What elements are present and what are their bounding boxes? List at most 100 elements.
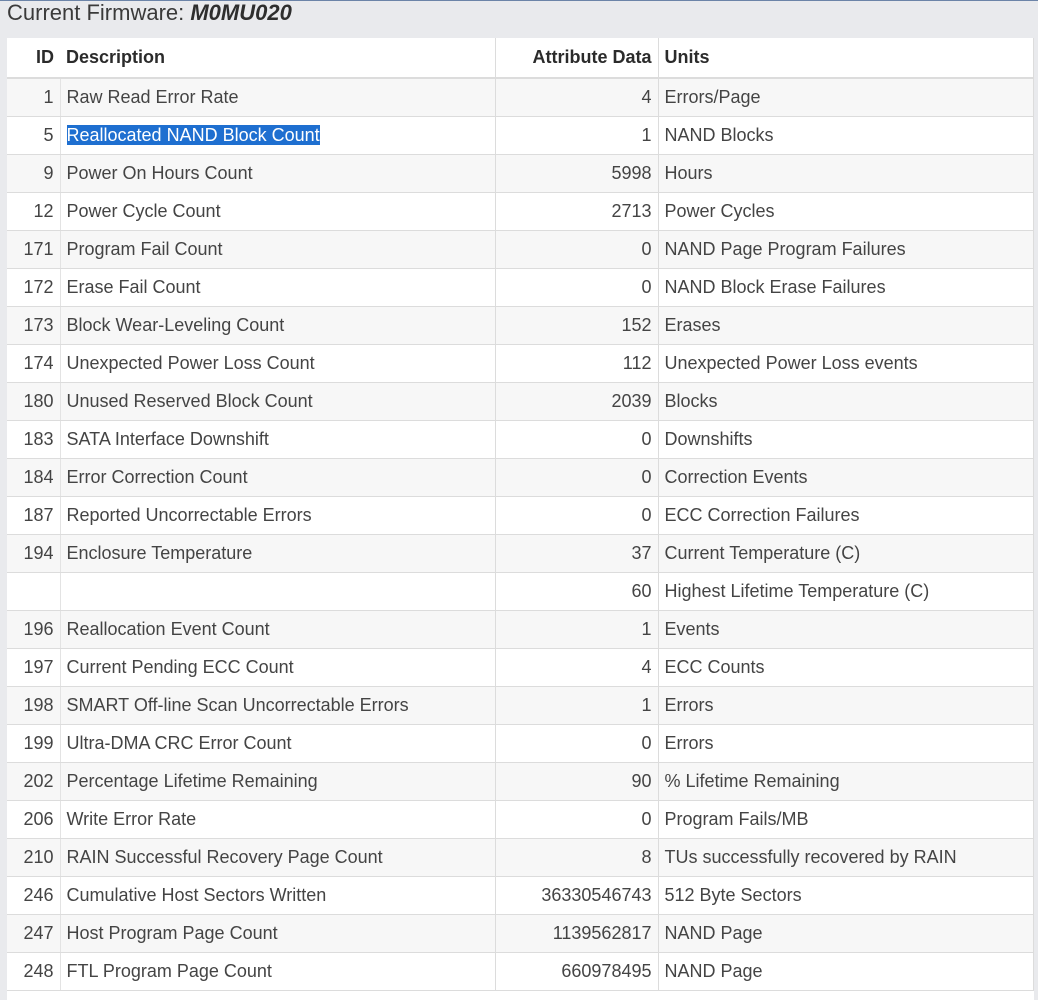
cell-attribute-data: 2039 <box>495 382 659 421</box>
cell-description: Power On Hours Count <box>60 154 496 193</box>
table-row[interactable]: 174 Unexpected Power Loss Count 112 Unexpec… <box>7 344 1034 383</box>
cell-attribute-data: 1 <box>495 686 659 725</box>
cell-description: FTL Program Page Count <box>60 952 496 991</box>
cell-attribute-data: 5998 <box>495 154 659 193</box>
table-row[interactable]: 9 Power On Hours Count 5998 Hours <box>7 154 1034 193</box>
cell-description <box>60 572 496 611</box>
cell-description: Current Pending ECC Count <box>60 648 496 687</box>
table-row[interactable]: 187 Reported Uncorrectable Errors 0 ECC Cor… <box>7 496 1034 535</box>
table-row[interactable]: 1 Raw Read Error Rate 4 Errors/Page <box>7 78 1034 117</box>
cell-units: % Lifetime Remaining <box>658 762 1034 801</box>
cell-id: 194 <box>7 534 61 573</box>
cell-attribute-data: 2713 <box>495 192 659 231</box>
cell-id: 199 <box>7 724 61 763</box>
cell-id: 197 <box>7 648 61 687</box>
cell-attribute-data: 4 <box>495 78 659 117</box>
cell-id: 202 <box>7 762 61 801</box>
cell-attribute-data: 36330546743 <box>495 876 659 915</box>
table-row[interactable]: 196 Reallocation Event Count 1 Events <box>7 610 1034 649</box>
firmware-label: Current Firmware: <box>7 0 191 25</box>
cell-units: NAND Page Program Failures <box>658 230 1034 269</box>
table-row[interactable]: 12 Power Cycle Count 2713 Power Cycles <box>7 192 1034 231</box>
cell-description: Unused Reserved Block Count <box>60 382 496 421</box>
cell-id: 1 <box>7 78 61 117</box>
cell-attribute-data: 112 <box>495 344 659 383</box>
table-row[interactable]: 246 Cumulative Host Sectors Written 363305… <box>7 876 1034 915</box>
column-header-description[interactable]: Description <box>60 38 496 79</box>
column-header-units[interactable]: Units <box>658 38 1034 79</box>
table-row[interactable]: 199 Ultra-DMA CRC Error Count 0 Errors <box>7 724 1034 763</box>
smart-attributes-panel: ID Description Attribute Data Units 1 Raw… <box>7 38 1034 1000</box>
cell-units: Errors <box>658 724 1034 763</box>
cell-id: 246 <box>7 876 61 915</box>
table-row[interactable]: 60 Highest Lifetime Temperature (C) <box>7 572 1034 611</box>
cell-description: Error Correction Count <box>60 458 496 497</box>
cell-units: NAND Block Erase Failures <box>658 268 1034 307</box>
table-row[interactable]: 210 RAIN Successful Recovery Page Count 8 T… <box>7 838 1034 877</box>
cell-description: Reallocated NAND Block Count <box>60 116 496 155</box>
cell-units: Highest Lifetime Temperature (C) <box>658 572 1034 611</box>
cell-units: NAND Page <box>658 952 1034 991</box>
table-header-row: ID Description Attribute Data Units <box>7 38 1034 79</box>
table-body: 1 Raw Read Error Rate 4 Errors/Page 5 Realloc… <box>7 78 1034 991</box>
table-row[interactable]: 202 Percentage Lifetime Remaining 90% Life… <box>7 762 1034 801</box>
cell-id: 12 <box>7 192 61 231</box>
cell-id: 172 <box>7 268 61 307</box>
cell-description: RAIN Successful Recovery Page Count <box>60 838 496 877</box>
table-row[interactable]: 198 SMART Off-line Scan Uncorrectable Err… <box>7 686 1034 725</box>
table-row[interactable]: 183 SATA Interface Downshift 0 Downshifts <box>7 420 1034 459</box>
table-row[interactable]: 5 Reallocated NAND Block Count 1 NAND Block… <box>7 116 1034 155</box>
cell-attribute-data: 660978495 <box>495 952 659 991</box>
cell-units: NAND Page <box>658 914 1034 953</box>
cell-attribute-data: 90 <box>495 762 659 801</box>
cell-id: 198 <box>7 686 61 725</box>
table-row[interactable]: 173 Block Wear-Leveling Count 152 Erases <box>7 306 1034 345</box>
cell-description: Cumulative Host Sectors Written <box>60 876 496 915</box>
cell-units: Power Cycles <box>658 192 1034 231</box>
cell-attribute-data: 1139562817 <box>495 914 659 953</box>
cell-description: Host Program Page Count <box>60 914 496 953</box>
cell-units: Errors/Page <box>658 78 1034 117</box>
cell-description: Percentage Lifetime Remaining <box>60 762 496 801</box>
column-header-attribute-data[interactable]: Attribute Data <box>495 38 659 79</box>
cell-units: Erases <box>658 306 1034 345</box>
cell-attribute-data: 1 <box>495 116 659 155</box>
cell-description: SATA Interface Downshift <box>60 420 496 459</box>
cell-description: Erase Fail Count <box>60 268 496 307</box>
cell-id: 180 <box>7 382 61 421</box>
selected-text[interactable]: Reallocated NAND Block Count <box>66 124 320 145</box>
firmware-version: M0MU020 <box>190 0 292 25</box>
cell-units: Hours <box>658 154 1034 193</box>
cell-description: Enclosure Temperature <box>60 534 496 573</box>
cell-units: NAND Blocks <box>658 116 1034 155</box>
cell-attribute-data: 37 <box>495 534 659 573</box>
cell-attribute-data: 0 <box>495 724 659 763</box>
cell-id: 206 <box>7 800 61 839</box>
cell-units: Blocks <box>658 382 1034 421</box>
current-firmware: Current Firmware: M0MU020 <box>7 1 292 25</box>
cell-id <box>7 572 61 611</box>
cell-description: Power Cycle Count <box>60 192 496 231</box>
table-row[interactable]: 248 FTL Program Page Count 660978495 NAND P… <box>7 952 1034 991</box>
table-row[interactable]: 171 Program Fail Count 0 NAND Page Program … <box>7 230 1034 269</box>
cell-attribute-data: 1 <box>495 610 659 649</box>
cell-description: Reported Uncorrectable Errors <box>60 496 496 535</box>
column-header-id[interactable]: ID <box>7 38 60 79</box>
cell-description: Program Fail Count <box>60 230 496 269</box>
cell-units: ECC Correction Failures <box>658 496 1034 535</box>
cell-attribute-data: 0 <box>495 496 659 535</box>
cell-description: Reallocation Event Count <box>60 610 496 649</box>
table-row[interactable]: 172 Erase Fail Count 0 NAND Block Erase Fai… <box>7 268 1034 307</box>
table-row[interactable]: 194 Enclosure Temperature 37 Current Temper… <box>7 534 1034 573</box>
cell-units: Downshifts <box>658 420 1034 459</box>
table-row[interactable]: 197 Current Pending ECC Count 4 ECC Counts <box>7 648 1034 687</box>
cell-attribute-data: 0 <box>495 268 659 307</box>
table-row[interactable]: 247 Host Program Page Count 1139562817 NAND… <box>7 914 1034 953</box>
table-row[interactable]: 206 Write Error Rate 0 Program Fails/MB <box>7 800 1034 839</box>
cell-id: 248 <box>7 952 61 991</box>
table-row[interactable]: 184 Error Correction Count 0 Correction Eve… <box>7 458 1034 497</box>
cell-id: 187 <box>7 496 61 535</box>
table-row[interactable]: 180 Unused Reserved Block Count 2039 Blocks <box>7 382 1034 421</box>
cell-units: Unexpected Power Loss events <box>658 344 1034 383</box>
cell-attribute-data: 152 <box>495 306 659 345</box>
